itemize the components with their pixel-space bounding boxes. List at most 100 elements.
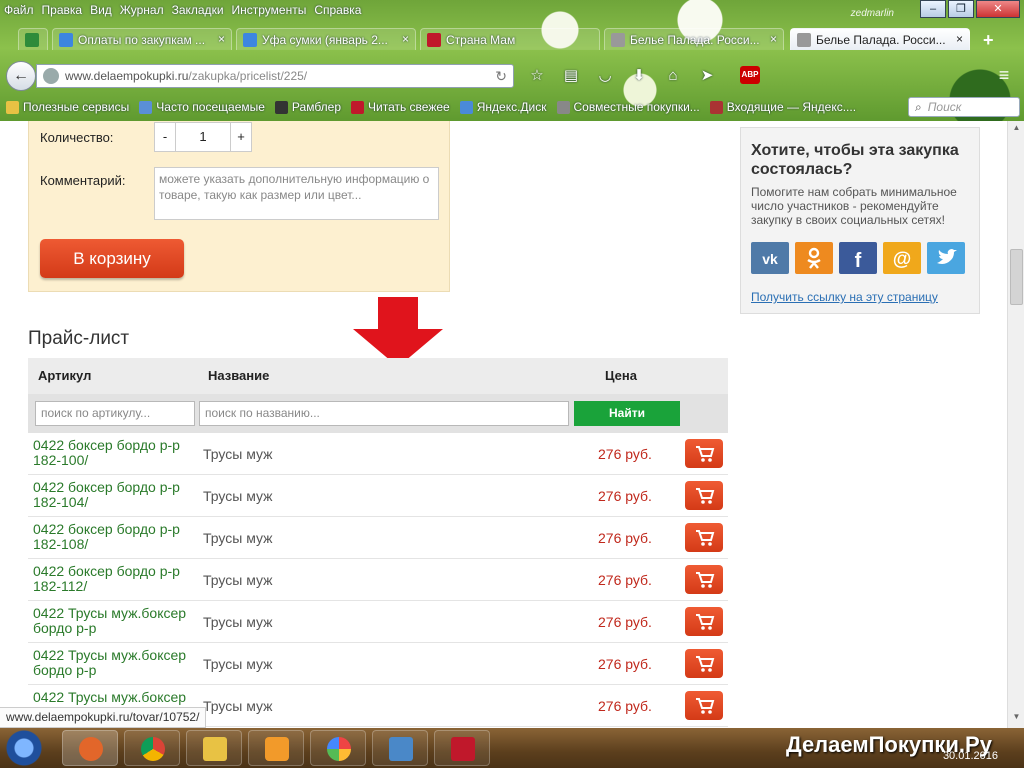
- tab-strana-mam[interactable]: Страна Мам: [420, 28, 600, 50]
- taskbar-explorer[interactable]: [186, 730, 242, 766]
- adblock-icon[interactable]: ABP: [740, 66, 760, 84]
- folder-icon: [6, 100, 19, 114]
- tab-close-icon[interactable]: ×: [218, 32, 225, 46]
- product-order-form: Количество: - 1 + Комментарий: можете ук…: [28, 121, 450, 292]
- table-row: 0422 Трусы муж.боксер бордо р-р Трусы му…: [28, 601, 728, 643]
- add-to-cart-icon-button[interactable]: [685, 439, 723, 468]
- tab-label: Оплаты по закупкам ...: [78, 32, 206, 47]
- menu-history[interactable]: Журнал: [120, 3, 164, 17]
- article-link[interactable]: 0422 боксер бордо р-р 182-100/: [33, 438, 198, 468]
- pocket-icon[interactable]: ◡: [594, 66, 616, 86]
- facebook-icon[interactable]: f: [839, 242, 877, 274]
- table-row: 0422 боксер бордо р-р 182-100/ Трусы муж…: [28, 433, 728, 475]
- bookmark-inbox-yandex[interactable]: Входящие — Яндекс....: [709, 100, 856, 114]
- bookmark-read-fresh[interactable]: Читать свежее: [351, 100, 450, 114]
- pricelist-title: Прайс-лист: [28, 328, 130, 349]
- hamburger-menu-icon[interactable]: ≡: [992, 66, 1016, 86]
- reading-list-icon[interactable]: ▤: [560, 66, 582, 86]
- star-icon[interactable]: ☆: [526, 66, 548, 86]
- send-icon[interactable]: ➤: [696, 66, 718, 86]
- odnoklassniki-icon[interactable]: [795, 242, 833, 274]
- tab-label: Уфа сумки (январь 2...: [262, 32, 388, 47]
- home-icon[interactable]: ⌂: [662, 66, 684, 86]
- get-page-link[interactable]: Получить ссылку на эту страницу: [751, 290, 938, 304]
- article-link[interactable]: 0422 Трусы муж.боксер: [33, 690, 198, 705]
- tab-close-icon[interactable]: ×: [402, 32, 409, 46]
- menu-file[interactable]: Файл: [4, 3, 34, 17]
- scrollbar-thumb[interactable]: [1010, 249, 1023, 305]
- name-search-input[interactable]: поиск по названию...: [199, 401, 569, 426]
- article-link[interactable]: 0422 Трусы муж.боксер бордо р-р: [33, 606, 198, 636]
- tab-ufa-bags[interactable]: Уфа сумки (январь 2... ×: [236, 28, 416, 50]
- mailru-icon[interactable]: @: [883, 242, 921, 274]
- chrome-icon: [141, 737, 165, 761]
- scroll-up-icon[interactable]: ▲: [1010, 123, 1023, 137]
- article-link[interactable]: 0422 боксер бордо р-р 182-112/: [33, 564, 198, 594]
- url-bar[interactable]: www.delaempokupki.ru /zakupka/pricelist/…: [36, 64, 514, 88]
- menu-tools[interactable]: Инструменты: [232, 3, 307, 17]
- add-to-cart-icon-button[interactable]: [685, 691, 723, 720]
- back-button[interactable]: ←: [6, 61, 36, 91]
- bookmark-most-visited[interactable]: Часто посещаемые: [139, 100, 265, 114]
- media-player-icon: [265, 737, 289, 761]
- taskbar-media-player[interactable]: [248, 730, 304, 766]
- reload-icon[interactable]: ↻: [495, 68, 507, 85]
- strana-mam-icon: [427, 32, 441, 47]
- tab-pinned[interactable]: [18, 28, 48, 50]
- article-link[interactable]: 0422 боксер бордо р-р 182-108/: [33, 522, 198, 552]
- add-to-cart-icon-button[interactable]: [685, 649, 723, 678]
- taskbar-photo-viewer[interactable]: [372, 730, 428, 766]
- vk-icon[interactable]: vk: [751, 242, 789, 274]
- article-link[interactable]: 0422 боксер бордо р-р 182-104/: [33, 480, 198, 510]
- minimize-button[interactable]: –: [920, 0, 946, 18]
- share-text: Помогите нам собрать минимальное число у…: [751, 185, 957, 227]
- taskbar-firefox[interactable]: [62, 730, 118, 766]
- add-to-cart-icon-button[interactable]: [685, 523, 723, 552]
- maximize-button[interactable]: ❐: [948, 0, 974, 18]
- comment-textarea[interactable]: можете указать дополнительную информацию…: [154, 167, 439, 220]
- add-to-cart-icon-button[interactable]: [685, 607, 723, 636]
- quantity-input[interactable]: 1: [175, 123, 231, 151]
- tab-payments[interactable]: Оплаты по закупкам ... ×: [52, 28, 232, 50]
- article-search-input[interactable]: поиск по артикулу...: [35, 401, 195, 426]
- product-price: 276 руб.: [598, 530, 652, 546]
- tab-close-icon[interactable]: ×: [770, 32, 777, 46]
- menu-bar: Файл Правка Вид Журнал Закладки Инструме…: [0, 0, 369, 20]
- bookmark-useful-services[interactable]: Полезные сервисы: [6, 100, 129, 114]
- menu-view[interactable]: Вид: [90, 3, 112, 17]
- add-to-cart-icon-button[interactable]: [685, 481, 723, 510]
- cart-icon: [696, 698, 715, 714]
- download-icon[interactable]: ⬇: [628, 66, 650, 86]
- taskbar-chrome[interactable]: [124, 730, 180, 766]
- find-button[interactable]: Найти: [574, 401, 680, 426]
- menu-bookmarks[interactable]: Закладки: [172, 3, 224, 17]
- menu-edit[interactable]: Правка: [42, 3, 83, 17]
- bookmark-rambler[interactable]: Рамблер: [274, 100, 341, 114]
- scroll-down-icon[interactable]: ▼: [1010, 712, 1023, 726]
- quantity-decrease-button[interactable]: -: [155, 123, 175, 151]
- tab-close-icon[interactable]: ×: [956, 32, 963, 46]
- bookmark-joint-purchases[interactable]: Совместные покупки...: [556, 100, 700, 114]
- menu-help[interactable]: Справка: [314, 3, 361, 17]
- svg-text:f: f: [855, 250, 862, 272]
- tab-palada-1[interactable]: Белье Палада. Росси... ×: [604, 28, 784, 50]
- cart-icon: [696, 446, 715, 462]
- taskbar-picasa[interactable]: [310, 730, 366, 766]
- bookmark-yandex-disk[interactable]: Яндекс.Диск: [459, 100, 547, 114]
- new-tab-button[interactable]: +: [983, 30, 994, 51]
- close-window-button[interactable]: ✕: [976, 0, 1020, 18]
- twitter-icon[interactable]: [927, 242, 965, 274]
- article-link[interactable]: 0422 Трусы муж.боксер бордо р-р: [33, 648, 198, 678]
- table-row: 0422 боксер бордо р-р 182-112/ Трусы муж…: [28, 559, 728, 601]
- google-drive-icon: [59, 32, 73, 47]
- taskbar-image-editor[interactable]: [434, 730, 490, 766]
- quantity-increase-button[interactable]: +: [231, 123, 251, 151]
- page-scrollbar[interactable]: ▲ ▼: [1007, 121, 1024, 728]
- google-drive-icon: [243, 32, 257, 47]
- add-to-cart-button[interactable]: В корзину: [40, 239, 184, 278]
- browser-search-input[interactable]: ⌕ Поиск: [908, 97, 1020, 117]
- start-button[interactable]: [2, 729, 46, 767]
- tab-palada-active[interactable]: Белье Палада. Росси... ×: [790, 28, 970, 50]
- add-to-cart-icon-button[interactable]: [685, 565, 723, 594]
- mail-icon: [709, 100, 723, 114]
